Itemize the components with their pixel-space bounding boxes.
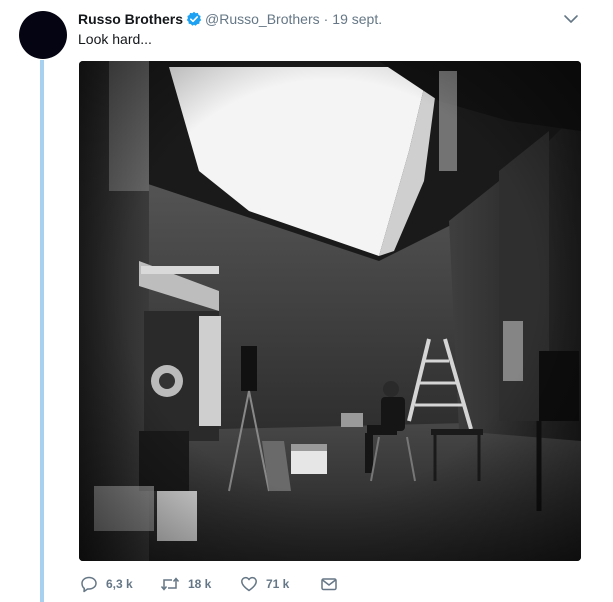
tweet-text: Look hard... <box>78 31 152 47</box>
verified-badge-icon <box>186 11 202 27</box>
separator-dot: · <box>323 11 329 27</box>
retweet-icon <box>160 575 180 593</box>
direct-message-button[interactable] <box>320 575 338 593</box>
author-name[interactable]: Russo Brothers <box>78 11 183 27</box>
reply-icon <box>80 575 98 593</box>
like-icon <box>240 575 258 593</box>
like-button[interactable]: 71 k <box>240 575 320 593</box>
avatar[interactable] <box>19 11 67 59</box>
reply-count: 6,3 k <box>106 577 133 591</box>
thread-line <box>40 60 44 602</box>
tweet-actions: 6,3 k 18 k 71 k <box>80 574 338 594</box>
caret-down-icon[interactable] <box>563 12 579 26</box>
tweet-date[interactable]: 19 sept. <box>332 11 382 27</box>
retweet-count: 18 k <box>188 577 212 591</box>
retweet-button[interactable]: 18 k <box>160 575 240 593</box>
reply-button[interactable]: 6,3 k <box>80 575 160 593</box>
author-handle[interactable]: @Russo_Brothers <box>205 11 320 27</box>
photo-image <box>79 61 581 561</box>
tweet-photo[interactable] <box>79 61 581 561</box>
tweet-header: Russo Brothers @Russo_Brothers · 19 sept… <box>78 10 382 28</box>
direct-message-icon <box>320 575 338 593</box>
like-count: 71 k <box>266 577 290 591</box>
